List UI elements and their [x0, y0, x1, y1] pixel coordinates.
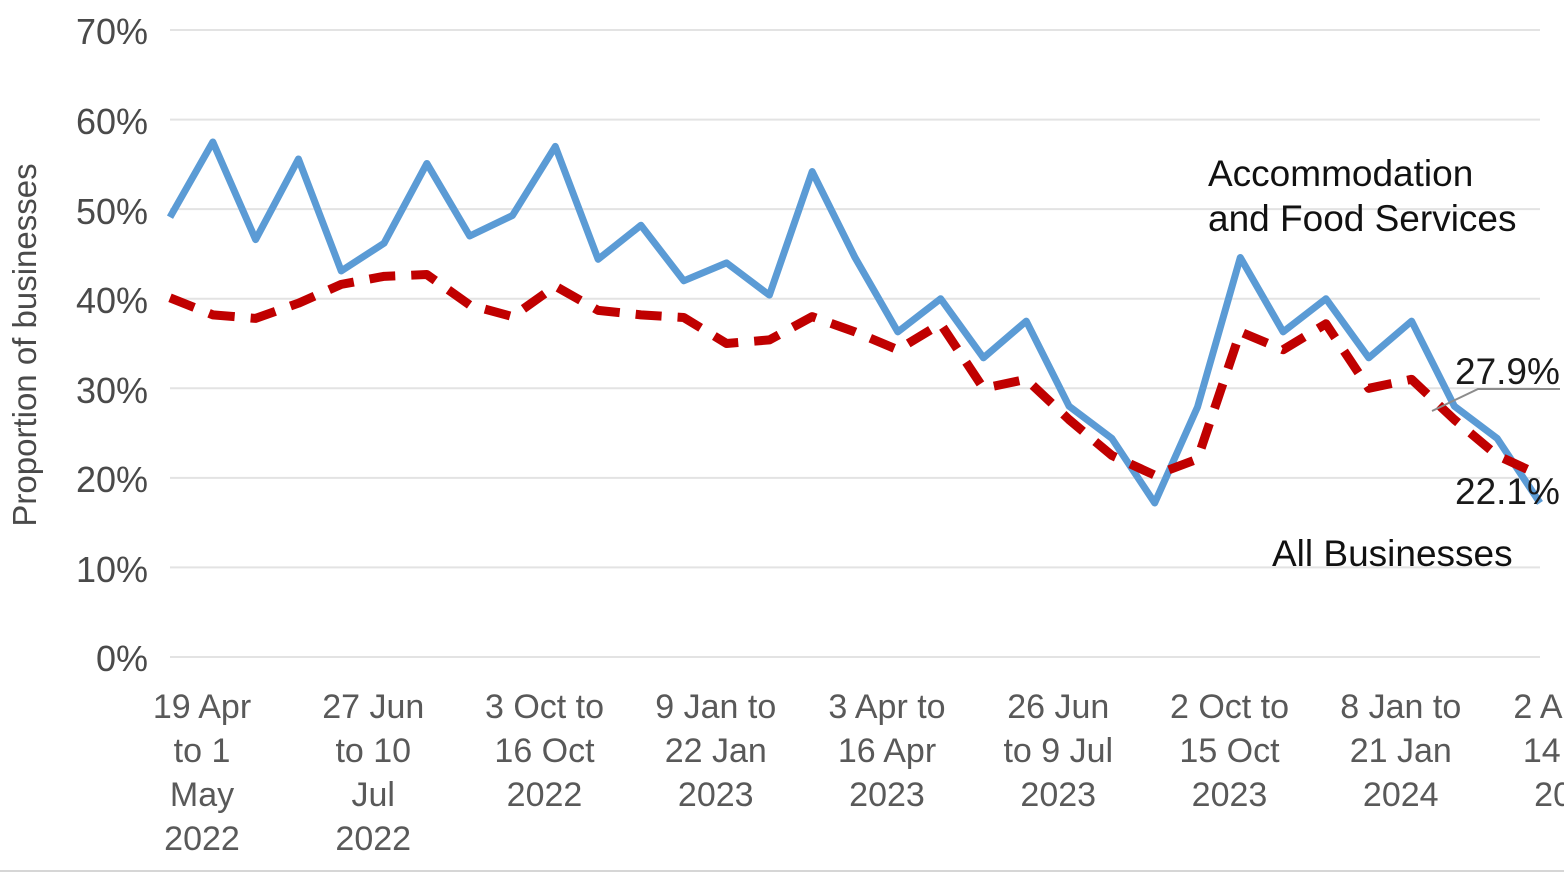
x-tick-label-4: 3 Apr to: [828, 688, 945, 726]
x-tick-label-7: 21 Jan: [1350, 732, 1452, 770]
x-tick-label-7: 2024: [1363, 776, 1439, 814]
x-tick-label-5: to 9 Jul: [1003, 732, 1113, 770]
y-tick-0: 0%: [96, 638, 148, 679]
x-tick-label-6: 2023: [1192, 776, 1268, 814]
x-tick-label-3: 9 Jan to: [655, 688, 776, 726]
y-tick-50: 50%: [76, 191, 148, 232]
x-tick-label-2: 3 Oct to: [485, 688, 604, 726]
x-tick-label-1: 27 Jun: [322, 688, 424, 726]
x-tick-label-2: 2022: [507, 776, 583, 814]
x-tick-label-1: 2022: [335, 820, 411, 858]
y-axis-tick-labels: 70% 60% 50% 40% 30% 20% 10% 0%: [76, 11, 148, 679]
x-tick-label-5: 26 Jun: [1007, 688, 1109, 726]
x-tick-label-4: 16 Apr: [838, 732, 936, 770]
x-tick-label-8: 2024: [1534, 776, 1564, 814]
x-tick-label-2: 16 Oct: [494, 732, 595, 770]
y-axis-title: Proportion of businesses: [6, 163, 43, 526]
annotation-accommodation-line2: and Food Services: [1208, 198, 1517, 239]
x-tick-label-4: 2023: [849, 776, 925, 814]
x-tick-label-0: to 1: [174, 732, 231, 770]
x-tick-label-0: 2022: [164, 820, 240, 858]
x-tick-label-0: May: [170, 776, 234, 814]
y-tick-10: 10%: [76, 549, 148, 590]
y-tick-30: 30%: [76, 370, 148, 411]
series-annotations: Accommodation and Food Services All Busi…: [1208, 153, 1560, 574]
x-tick-label-6: 15 Oct: [1179, 732, 1280, 770]
x-tick-label-1: to 10: [335, 732, 411, 770]
value-label-red: 22.1%: [1455, 471, 1560, 512]
x-axis-tick-labels: 19 Apr to 1 May 2022 27 Jun to 10 Jul 2022 3 Oct…: [153, 688, 1564, 858]
y-tick-60: 60%: [76, 101, 148, 142]
y-tick-70: 70%: [76, 11, 148, 52]
x-tick-label-5: 2023: [1020, 776, 1096, 814]
annotation-accommodation-line1: Accommodation: [1208, 153, 1473, 194]
chart-container: 70% 60% 50% 40% 30% 20% 10% 0% Proportio…: [0, 0, 1564, 872]
value-label-blue: 27.9%: [1455, 351, 1560, 392]
line-chart: 70% 60% 50% 40% 30% 20% 10% 0% Proportio…: [6, 11, 1564, 858]
x-tick-label-1: Jul: [352, 776, 395, 814]
series-lines: [166, 138, 1543, 507]
x-tick-label-3: 22 Jan: [665, 732, 767, 770]
x-tick-label-8: 2 Apr to: [1513, 688, 1564, 726]
x-tick-label-8: 14 Apr: [1523, 732, 1564, 770]
y-tick-20: 20%: [76, 459, 148, 500]
x-tick-label-6: 2 Oct to: [1170, 688, 1289, 726]
annotation-all-businesses: All Businesses: [1272, 533, 1513, 574]
series-line-accommodation: [166, 138, 1543, 507]
x-tick-label-3: 2023: [678, 776, 754, 814]
y-tick-40: 40%: [76, 280, 148, 321]
x-tick-label-7: 8 Jan to: [1340, 688, 1461, 726]
x-tick-label-0: 19 Apr: [153, 688, 251, 726]
